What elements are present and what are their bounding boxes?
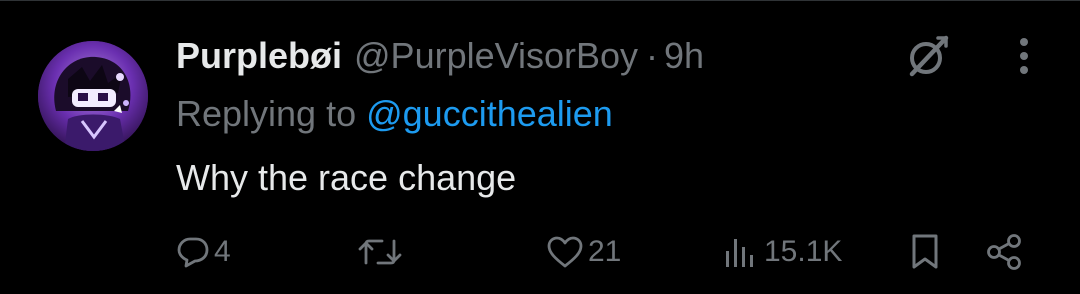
reply-icon xyxy=(176,235,210,269)
more-options-button[interactable] xyxy=(1004,36,1044,80)
reply-count: 4 xyxy=(214,235,231,268)
separator-dot: · xyxy=(646,35,659,76)
bookmark-button[interactable] xyxy=(908,230,942,274)
more-vertical-icon xyxy=(1018,36,1030,81)
views-button[interactable]: 15.1K xyxy=(720,230,842,274)
grok-button[interactable] xyxy=(902,32,954,84)
avatar[interactable] xyxy=(38,41,148,151)
replying-to-label: Replying to xyxy=(176,93,357,134)
views-chart-icon xyxy=(720,235,760,269)
heart-icon xyxy=(546,235,584,269)
tweet-header: Purplebøi @PurpleVisorBoy · 9h xyxy=(176,34,704,78)
tweet[interactable]: Purplebøi @PurpleVisorBoy · 9h Replying … xyxy=(0,0,1080,294)
repost-icon xyxy=(358,235,402,269)
like-count: 21 xyxy=(588,235,622,268)
views-count: 15.1K xyxy=(764,235,843,268)
like-button[interactable]: 21 xyxy=(546,230,621,274)
replying-to-mention[interactable]: @guccithealien xyxy=(366,93,613,134)
user-handle[interactable]: @PurpleVisorBoy xyxy=(354,34,638,78)
repost-button[interactable] xyxy=(358,230,406,274)
tweet-text: Why the race change xyxy=(176,157,517,198)
share-button[interactable] xyxy=(984,230,1024,274)
reply-button[interactable]: 4 xyxy=(176,230,231,274)
replying-to-line: Replying to @guccithealien xyxy=(176,92,613,136)
bookmark-icon xyxy=(908,233,942,271)
timestamp[interactable]: 9h xyxy=(664,34,704,78)
share-icon xyxy=(984,233,1024,271)
display-name[interactable]: Purplebøi xyxy=(176,34,342,78)
grok-icon xyxy=(904,32,952,85)
